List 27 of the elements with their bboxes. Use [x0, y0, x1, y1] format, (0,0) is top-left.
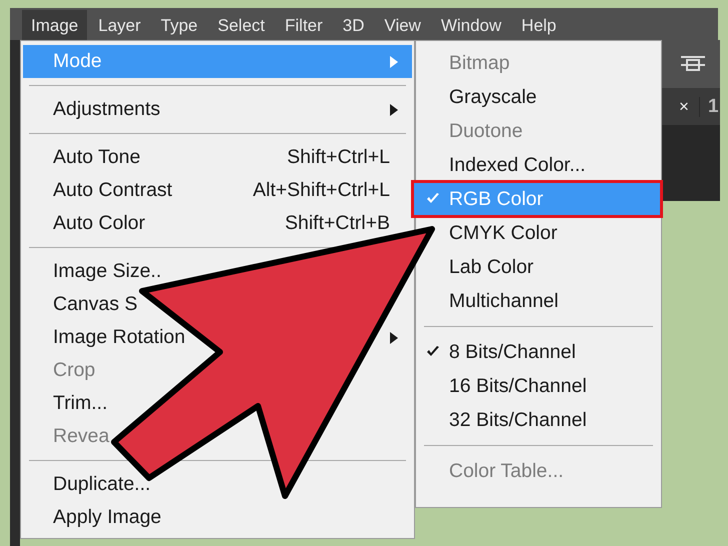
menu-title[interactable]: Filter [276, 10, 332, 42]
menu-item[interactable]: Duplicate... [23, 468, 412, 501]
menu-item[interactable]: Auto Color Shift+Ctrl+B [23, 207, 412, 240]
menu-title[interactable]: Help [512, 10, 566, 42]
menu-item[interactable]: 8 Bits/Channel [416, 335, 661, 369]
menu-item[interactable]: Auto Tone Shift+Ctrl+L [23, 141, 412, 174]
menu-title[interactable]: 3D [334, 10, 374, 42]
shortcut-text: Shift+Ctrl+B [284, 212, 390, 235]
menu-title[interactable]: Select [208, 10, 274, 42]
menu-item[interactable]: Multichannel [416, 284, 661, 318]
menu-item[interactable]: Trim... [23, 387, 412, 420]
menu-title[interactable]: Image [22, 10, 88, 42]
menu-item[interactable]: 32 Bits/Channel [416, 403, 661, 437]
menu-title[interactable]: Layer [89, 10, 150, 42]
menu-item[interactable]: 16 Bits/Channel [416, 369, 661, 403]
menu-item[interactable]: Auto Contrast Alt+Shift+Ctrl+L [23, 174, 412, 207]
shortcut-text: Shift+Ctrl+L [287, 146, 390, 169]
shortcut-text: Alt+Shift+Ctrl+L [252, 179, 390, 202]
tab-label[interactable]: 1 [700, 96, 719, 118]
menu-title[interactable]: View [375, 10, 430, 42]
menu-item[interactable]: Indexed Color... [416, 148, 661, 182]
menu-title[interactable]: Window [432, 10, 510, 42]
menu-title[interactable]: Type [152, 10, 207, 42]
menu-item[interactable]: Adjustments [23, 93, 412, 126]
menu-item[interactable]: Apply Image [23, 501, 412, 534]
menu-item[interactable]: Grayscale [416, 80, 661, 114]
menu-item[interactable]: Lab Color [416, 250, 661, 284]
